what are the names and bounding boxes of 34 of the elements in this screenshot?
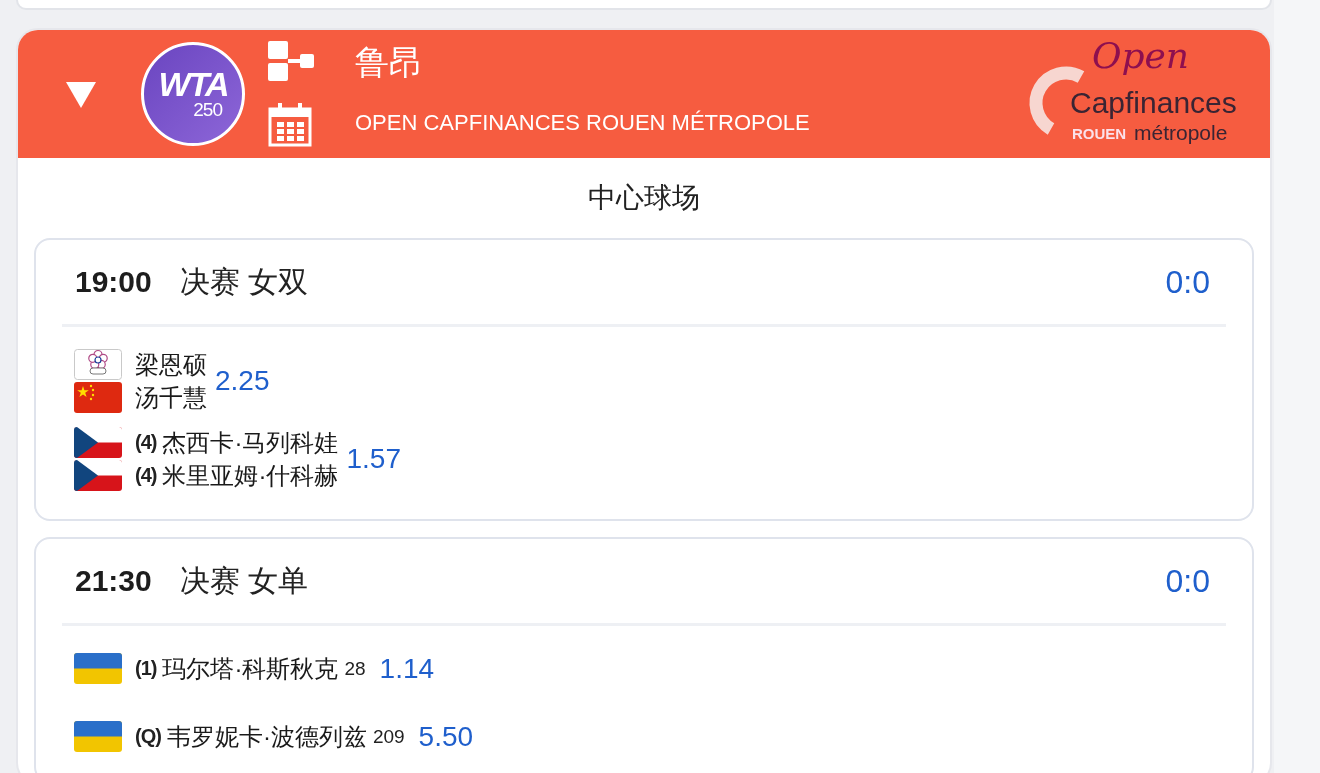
player-name: 梁恩硕 bbox=[135, 349, 207, 380]
player-seed: (1) bbox=[135, 657, 157, 680]
tournament-name: 鲁昂 bbox=[355, 42, 424, 82]
player-rank: 209 bbox=[372, 725, 405, 748]
odds-value: 2.25 bbox=[215, 365, 270, 397]
player-rank: 28 bbox=[344, 657, 366, 680]
logo-tagline-text: métropole bbox=[1134, 122, 1228, 143]
bracket-icon[interactable] bbox=[266, 41, 314, 81]
caret-icon[interactable] bbox=[66, 80, 96, 108]
calendar-icon[interactable] bbox=[268, 103, 312, 147]
match-round: 决赛 女双 bbox=[179, 263, 309, 300]
player-seed: (4) bbox=[135, 464, 157, 487]
player-name: 韦罗妮卡·波德列兹 bbox=[166, 721, 367, 752]
odds-value: 1.14 bbox=[379, 652, 435, 685]
match-round: 决赛 女单 bbox=[179, 562, 309, 599]
odds-value: 1.57 bbox=[346, 443, 401, 475]
player-name: 玛尔塔·科斯秋克 bbox=[162, 653, 339, 684]
odds-value: 5.50 bbox=[418, 720, 474, 753]
tier-text: 250 bbox=[193, 100, 222, 120]
match-time: 19:00 bbox=[75, 265, 152, 299]
match-time: 21:30 bbox=[75, 564, 152, 598]
court-title: 中心球场 bbox=[588, 181, 700, 215]
player-name: 汤千慧 bbox=[135, 382, 207, 413]
player-seed: (Q) bbox=[135, 725, 161, 748]
player-seed: (4) bbox=[135, 431, 157, 454]
logo-city-text: ROUEN bbox=[1072, 126, 1127, 141]
match-score: 0:0 bbox=[1165, 263, 1210, 301]
tournament-full-name: OPEN CAPFINANCES ROUEN MÉTROPOLE bbox=[355, 110, 810, 136]
tour-logo-text: WTA bbox=[158, 68, 228, 100]
logo-script-text: Open bbox=[1092, 38, 1190, 74]
player-name: 杰西卡·马列科娃 bbox=[162, 427, 339, 458]
player-name: 米里亚姆·什科赫 bbox=[162, 460, 339, 491]
match-score: 0:0 bbox=[1165, 562, 1210, 600]
logo-brand-text: Capfinances bbox=[1070, 88, 1237, 118]
